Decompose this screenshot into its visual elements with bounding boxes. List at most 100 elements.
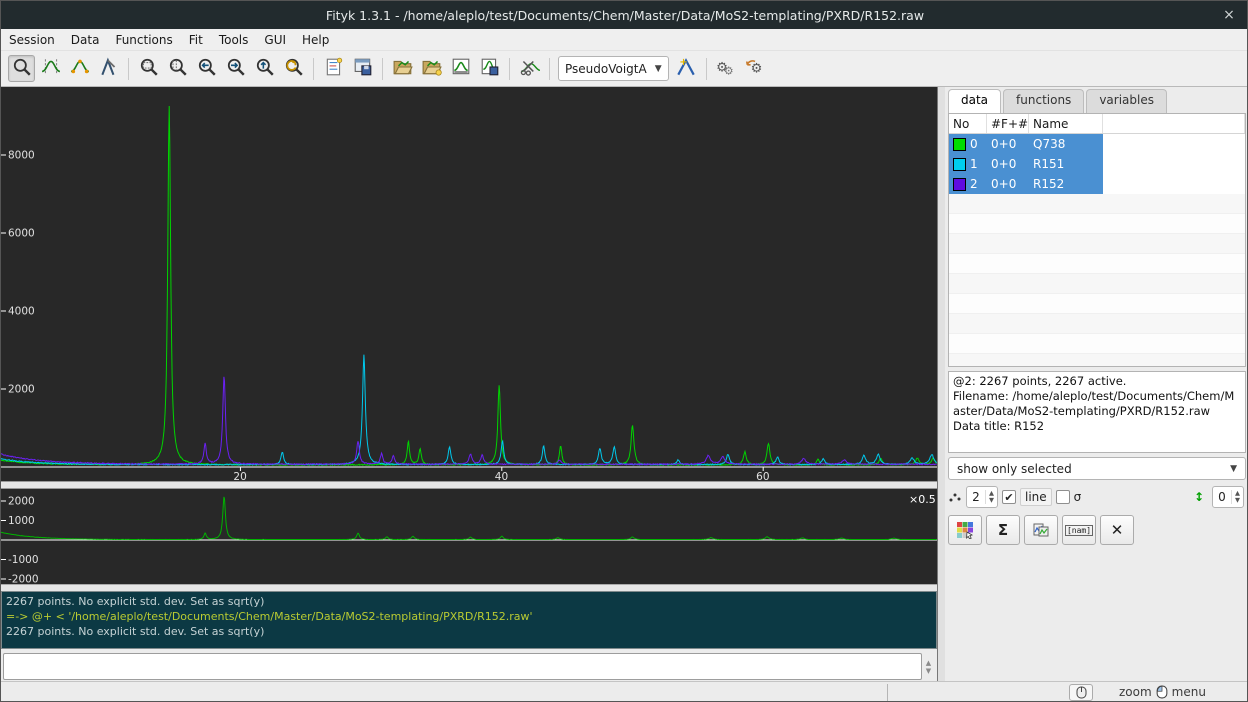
table-row[interactable]: 0 0+0 Q738 [949, 134, 1245, 154]
shift-spinner[interactable]: 0 ▲▼ [1212, 486, 1244, 508]
show-mode-dropdown[interactable]: show only selected ▼ [948, 457, 1246, 480]
point-size-spinner[interactable]: 2 ▲▼ [966, 486, 998, 508]
console-line: 2267 points. No explicit std. dev. Set a… [6, 624, 932, 639]
spin-down-icon: ▼ [1235, 497, 1240, 504]
table-row[interactable]: 2 0+0 R152 [949, 174, 1245, 194]
strip-background-button[interactable] [516, 55, 543, 82]
delete-dataset-button[interactable]: ✕ [1100, 515, 1134, 545]
chevron-down-icon: ▼ [1230, 464, 1237, 474]
table-header: No #F+# Name [949, 114, 1245, 134]
zoom-vertical-button[interactable] [164, 55, 191, 82]
open-data-custom-button[interactable] [418, 55, 445, 82]
baseline-mode-icon [70, 57, 90, 80]
svg-text:6000: 6000 [8, 228, 35, 240]
aux-plot[interactable]: 20001000-1000-2000×0.5 [1, 489, 937, 584]
dataset-color-swatch[interactable] [953, 138, 966, 151]
svg-text:2000: 2000 [8, 384, 35, 396]
info-title: Data title: R152 [953, 419, 1241, 434]
save-session-button[interactable] [349, 55, 376, 82]
info-filename: Filename: /home/aleplo/test/Documents/Ch… [953, 389, 1241, 419]
open-data-button[interactable] [389, 55, 416, 82]
add-peak-mode-button[interactable] [95, 55, 122, 82]
close-icon[interactable]: × [1219, 5, 1239, 25]
command-input[interactable] [3, 653, 922, 680]
zoom-mode-icon [12, 57, 32, 80]
fit-run-button[interactable]: ⚙⚙ [713, 55, 740, 82]
fit-undo-button[interactable]: ⚙ [742, 55, 769, 82]
zoom-mode-button[interactable] [8, 55, 35, 82]
main-plot-canvas[interactable]: 2000400060008000204060 [1, 87, 937, 481]
zoom-all-icon [139, 57, 159, 80]
sigma-label: σ [1074, 490, 1082, 504]
plot-style-controls: 2 ▲▼ ✔ line σ ↕ 0 ▲▼ [948, 484, 1246, 510]
plot-splitter[interactable] [1, 481, 937, 489]
dataset-buttons: Σ [nam] ✕ [948, 515, 1248, 545]
sum-button[interactable]: Σ [986, 515, 1020, 545]
svg-text:60: 60 [756, 471, 769, 481]
aux-plot-canvas[interactable]: 20001000-1000-2000×0.5 [1, 489, 937, 584]
save-plot-image-button[interactable] [476, 55, 503, 82]
fit-run-icon: ⚙⚙ [715, 57, 737, 80]
function-type-select[interactable]: PseudoVoigtA▼ [558, 56, 669, 81]
svg-text:8000: 8000 [8, 150, 35, 162]
data-range-mode-icon [41, 57, 61, 80]
data-range-mode-button[interactable] [37, 55, 64, 82]
menu-functions[interactable]: Functions [107, 30, 180, 50]
save-plot-image-icon [480, 57, 500, 80]
sum-icon: Σ [998, 521, 1008, 539]
zoom-all-button[interactable] [135, 55, 162, 82]
history-down-icon[interactable]: ▼ [926, 667, 931, 675]
copy-data-icon [1032, 521, 1050, 539]
script-editor-button[interactable] [320, 55, 347, 82]
baseline-mode-button[interactable] [66, 55, 93, 82]
menu-tools[interactable]: Tools [211, 30, 257, 50]
rename-button[interactable]: [nam] [1062, 515, 1096, 545]
point-size-icon [948, 490, 962, 504]
output-console: 2267 points. No explicit std. dev. Set a… [1, 591, 937, 649]
dataset-color-swatch[interactable] [953, 178, 966, 191]
svg-text:4000: 4000 [8, 306, 35, 318]
sidebar-splitter[interactable] [937, 87, 945, 681]
shift-icon: ↕ [1194, 490, 1204, 504]
zoom-left-button[interactable] [193, 55, 220, 82]
tab-variables[interactable]: variables [1086, 89, 1167, 113]
zoom-previous-icon [284, 57, 304, 80]
open-data-custom-icon [422, 57, 442, 80]
sidebar-tabs: data functions variables [948, 89, 1248, 113]
main-plot[interactable]: 2000400060008000204060 [1, 87, 937, 481]
svg-text:⚙: ⚙ [751, 62, 763, 77]
zoom-left-icon [197, 57, 217, 80]
add-peak-mode-icon [99, 57, 119, 80]
strip-background-icon [519, 57, 541, 80]
menu-session[interactable]: Session [1, 30, 63, 50]
dataset-color-swatch[interactable] [953, 158, 966, 171]
table-row[interactable]: 1 0+0 R151 [949, 154, 1245, 174]
zoom-up-button[interactable] [251, 55, 278, 82]
menu-gui[interactable]: GUI [256, 30, 294, 50]
menu-data[interactable]: Data [63, 30, 108, 50]
data-grid-icon [956, 521, 974, 539]
aux-splitter[interactable] [1, 584, 937, 591]
data-editor-button[interactable] [948, 515, 982, 545]
auto-add-peak-button[interactable]: + [673, 55, 700, 82]
tab-functions[interactable]: functions [1003, 89, 1084, 113]
mouse-hint: zoom menu [1119, 685, 1206, 699]
sigma-checkbox[interactable] [1056, 490, 1070, 504]
menu-help[interactable]: Help [294, 30, 337, 50]
zoom-previous-button[interactable] [280, 55, 307, 82]
input-history-arrows[interactable]: ▲ ▼ [922, 653, 935, 680]
tab-data[interactable]: data [948, 89, 1001, 113]
line-checkbox[interactable]: ✔ [1002, 490, 1016, 504]
history-up-icon[interactable]: ▲ [926, 659, 931, 667]
mouse-config-button[interactable] [1069, 684, 1093, 701]
export-plot-button[interactable] [447, 55, 474, 82]
menu-fit[interactable]: Fit [181, 30, 211, 50]
chevron-down-icon: ▼ [655, 64, 662, 74]
svg-text:⚙: ⚙ [724, 65, 734, 77]
svg-text:2000: 2000 [8, 495, 35, 507]
dataset-name: R151 [1029, 154, 1103, 174]
zoom-right-button[interactable] [222, 55, 249, 82]
dataset-info: @2: 2267 points, 2267 active. Filename: … [948, 371, 1246, 453]
copy-data-button[interactable] [1024, 515, 1058, 545]
mouse-icon [1076, 686, 1087, 699]
